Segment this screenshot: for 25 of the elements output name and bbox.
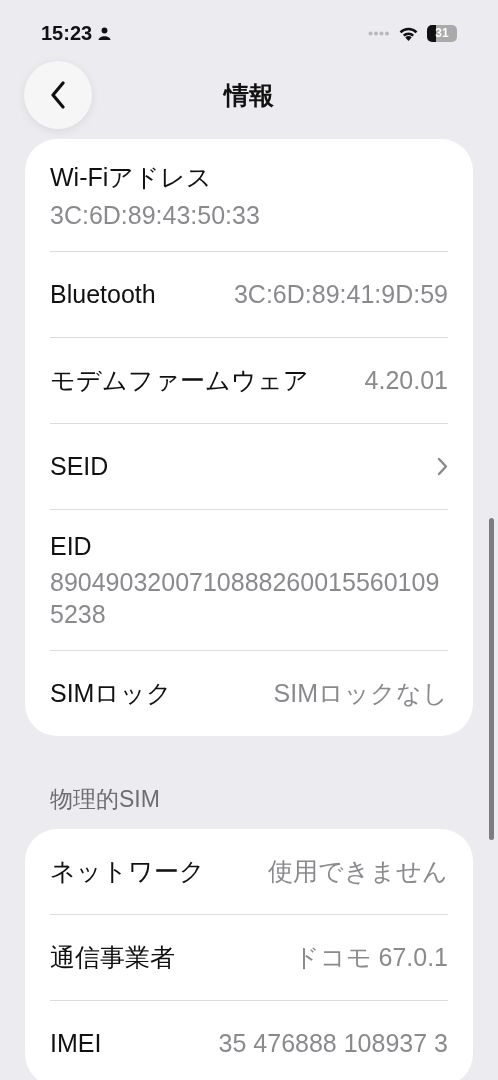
status-time: 15:23 <box>41 21 93 45</box>
row-value: 4.20.01 <box>364 366 448 396</box>
signal-icon <box>368 30 390 36</box>
row-value: ドコモ 67.0.1 <box>293 941 448 973</box>
wifi-icon <box>398 25 419 41</box>
row-value: 3C:6D:89:43:50:33 <box>50 200 261 231</box>
list-row[interactable]: SEID <box>50 424 448 511</box>
row-label: Wi-Fiアドレス <box>50 162 214 193</box>
row-value: 3C:6D:89:41:9D:59 <box>233 280 448 310</box>
row-label: SIMロック <box>50 677 173 709</box>
row-label: 通信事業者 <box>50 941 175 973</box>
row-label: Bluetooth <box>50 280 156 310</box>
row-value: SIMロックなし <box>273 677 448 709</box>
chevron-right-icon <box>437 457 448 477</box>
person-icon <box>98 26 112 40</box>
chevron-left-icon <box>50 81 66 109</box>
row-value: 89049032007108882600155601095238 <box>50 567 441 630</box>
row-label: EID <box>50 532 93 562</box>
row-label: ネットワーク <box>50 855 205 887</box>
row-label: モデムファームウェア <box>50 365 309 397</box>
page-title: 情報 <box>222 79 275 111</box>
row-label: IMEI <box>50 1028 102 1058</box>
row-value: 35 476888 108937 3 <box>218 1028 448 1058</box>
section-header: 物理的SIM <box>49 784 161 814</box>
row-value: 使用できません <box>268 855 448 887</box>
